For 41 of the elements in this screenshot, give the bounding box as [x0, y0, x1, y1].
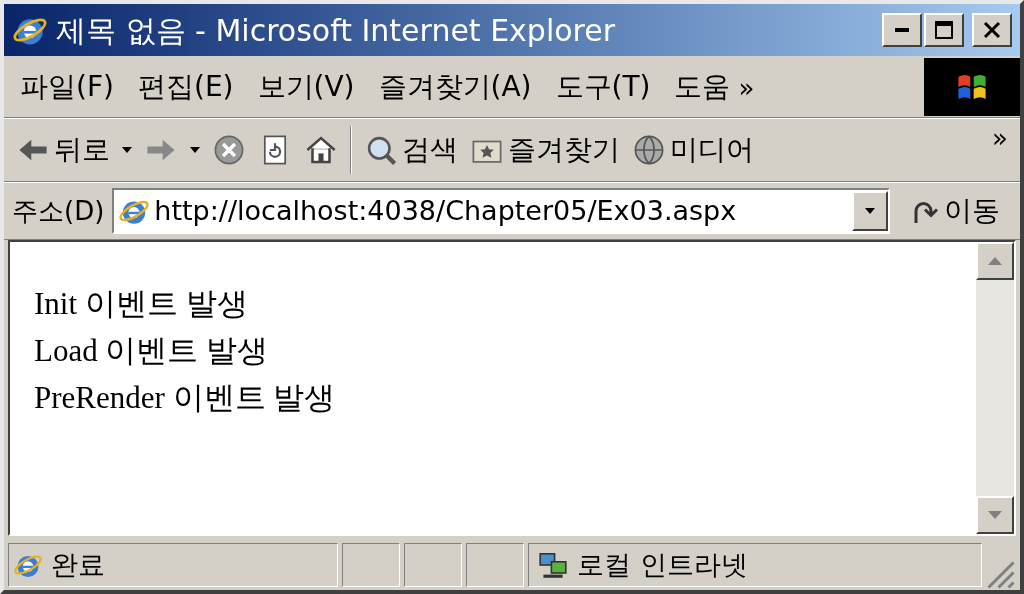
- menu-item[interactable]: 도구(T): [555, 65, 651, 108]
- menu-item[interactable]: 편집(E): [137, 65, 234, 108]
- stop-icon: [212, 133, 246, 167]
- status-text: 완료: [51, 547, 105, 582]
- event-log-line: PreRender 이벤트 발생: [34, 379, 337, 417]
- event-log-line: Load 이벤트 발생: [34, 332, 270, 370]
- close-icon: [983, 21, 1001, 39]
- address-label: 주소(D): [12, 194, 105, 228]
- menu-more[interactable]: »: [738, 69, 755, 108]
- minimize-icon: [895, 28, 909, 32]
- status-pane: [342, 543, 400, 587]
- maximize-icon: [935, 21, 953, 39]
- dropdown-button[interactable]: [852, 191, 888, 231]
- menu-item[interactable]: 파일(F): [20, 65, 114, 108]
- zone-text: 로컬 인트라넷: [577, 547, 748, 582]
- scroll-up-icon: [988, 257, 1002, 265]
- event-log-line: Init 이벤트 발생: [34, 285, 249, 323]
- scroll-down-icon: [988, 511, 1002, 519]
- close-button[interactable]: [972, 13, 1012, 47]
- menu-item[interactable]: 보기(V): [257, 65, 355, 108]
- stop-button[interactable]: [212, 133, 246, 167]
- status-pane: [466, 543, 524, 587]
- address-field[interactable]: http://localhost:4038/Chapter05/Ex03.aspx: [112, 188, 890, 234]
- menu-item[interactable]: 즐겨찾기(A): [378, 65, 532, 108]
- favorites-button[interactable]: 즐겨찾기: [470, 129, 620, 171]
- toolbar-more[interactable]: »: [992, 119, 1008, 158]
- caret-icon: [865, 208, 875, 214]
- caret-icon: [122, 147, 132, 153]
- caret-icon: [190, 147, 200, 153]
- status-pane: [404, 543, 462, 587]
- window-title: 제목 없음 - Microsoft Internet Explorer: [56, 11, 617, 50]
- resize-grip-icon: [986, 560, 1016, 590]
- search-button[interactable]: 검색: [364, 129, 458, 171]
- globe-icon: [632, 133, 666, 167]
- go-button[interactable]: 이동: [898, 190, 1012, 232]
- maximize-button[interactable]: [924, 13, 964, 47]
- minimize-button[interactable]: [882, 13, 922, 47]
- menu-item[interactable]: 도움: [674, 65, 731, 108]
- scrollbar[interactable]: [976, 242, 1014, 534]
- media-button[interactable]: 미디어: [632, 129, 754, 171]
- back-button[interactable]: 뒤로: [16, 129, 132, 171]
